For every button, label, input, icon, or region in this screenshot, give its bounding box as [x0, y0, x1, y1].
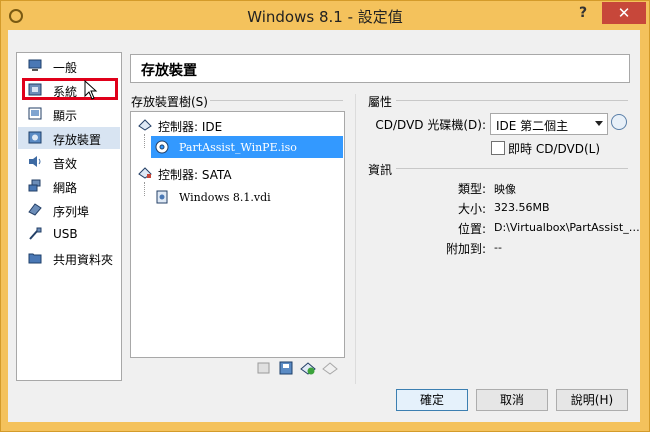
serial-port-icon — [28, 203, 42, 216]
sidebar-item-usb[interactable]: USB — [18, 223, 120, 245]
sidebar-item-label: 共用資料夾 — [53, 253, 114, 267]
sidebar-item-network[interactable]: 網路 — [18, 175, 120, 197]
tree-row-vdi[interactable]: Windows 8.1.vdi — [151, 186, 343, 208]
sidebar-item-label: 音效 — [53, 157, 78, 171]
settings-sidebar: 一般 系統 顯示 存放裝置 音效 網路 序列埠 USB 共用資料夾 — [16, 52, 122, 381]
shared-folder-icon — [28, 253, 42, 264]
cd-dvd-drive-select[interactable]: IDE 第二個主 — [490, 113, 608, 135]
tree-row-label: PartAssist_WinPE.iso — [179, 141, 297, 154]
type-value: 映像 — [494, 183, 516, 196]
storage-tree-label: 存放裝置樹(S) — [131, 95, 208, 109]
tree-row-sata-controller[interactable]: 控制器: SATA — [132, 162, 343, 184]
tree-row-ide-controller[interactable]: 控制器: IDE — [132, 114, 343, 136]
cd-dvd-drive-value: IDE 第二個主 — [496, 119, 569, 133]
tree-connector — [144, 182, 145, 196]
display-icon — [28, 107, 42, 120]
cancel-button[interactable]: 取消 — [476, 389, 548, 411]
disc-icon — [155, 140, 169, 154]
tree-row-label: Windows 8.1.vdi — [179, 191, 271, 204]
sidebar-item-label: USB — [53, 227, 78, 241]
tree-row-label: 控制器: IDE — [158, 120, 223, 134]
cd-dvd-drive-label: CD/DVD 光碟機(D): — [375, 118, 486, 132]
size-value: 323.56MB — [494, 201, 550, 214]
location-label: 位置: — [457, 222, 486, 236]
type-label: 類型: — [457, 182, 486, 196]
tree-row-iso[interactable]: PartAssist_WinPE.iso — [151, 136, 343, 158]
sata-controller-icon — [138, 167, 152, 179]
page-header: 存放裝置 — [130, 54, 630, 83]
add-controller-icon[interactable] — [256, 360, 272, 376]
sidebar-item-label: 網路 — [53, 181, 78, 195]
window-title: Windows 8.1 - 設定值 — [247, 8, 403, 26]
chevron-down-icon — [595, 121, 603, 126]
audio-icon — [29, 156, 41, 167]
sidebar-item-shared-folders[interactable]: 共用資料夾 — [18, 247, 120, 269]
sidebar-item-display[interactable]: 顯示 — [18, 103, 120, 125]
add-attachment-icon[interactable] — [278, 360, 294, 376]
general-icon — [28, 59, 42, 71]
usb-icon — [29, 227, 42, 240]
location-value: D:\Virtualbox\PartAssist_… — [494, 221, 640, 234]
network-icon — [28, 179, 41, 192]
sidebar-item-label: 存放裝置 — [53, 133, 102, 147]
close-button[interactable]: ✕ — [602, 2, 646, 24]
storage-icon — [28, 131, 42, 144]
highlight-box — [22, 78, 118, 100]
remove-attachment-icon[interactable] — [322, 360, 338, 376]
tree-row-label: 控制器: SATA — [158, 168, 232, 182]
live-cd-checkbox[interactable] — [491, 141, 505, 155]
sidebar-item-label: 序列埠 — [53, 205, 90, 219]
attributes-section-label: 屬性 — [368, 95, 393, 109]
mouse-cursor-icon — [84, 80, 98, 100]
hard-disk-icon — [156, 190, 168, 204]
panel-divider — [355, 94, 356, 384]
tree-toolbar — [256, 360, 346, 376]
tree-connector — [144, 134, 145, 148]
divider — [396, 168, 628, 169]
attached-to-label: 附加到: — [445, 242, 486, 256]
divider — [396, 100, 628, 101]
sidebar-item-storage[interactable]: 存放裝置 — [18, 127, 120, 149]
choose-disc-icon[interactable] — [611, 114, 627, 130]
live-cd-label[interactable]: 即時 CD/DVD(L) — [508, 140, 600, 157]
page-title: 存放裝置 — [141, 63, 197, 79]
info-section-label: 資訊 — [368, 163, 393, 177]
sidebar-item-audio[interactable]: 音效 — [18, 151, 120, 173]
size-label: 大小: — [457, 202, 486, 216]
title-bar[interactable]: Windows 8.1 - 設定值 ? ✕ — [1, 1, 649, 31]
sidebar-item-general[interactable]: 一般 — [18, 55, 120, 77]
storage-tree[interactable]: 控制器: IDE PartAssist_WinPE.iso 控制器: SATA … — [130, 111, 345, 358]
help-title-button[interactable]: ? — [573, 5, 593, 25]
sidebar-item-serial-port[interactable]: 序列埠 — [18, 199, 120, 221]
attached-to-value: -- — [494, 241, 502, 254]
divider — [210, 100, 343, 101]
sidebar-item-label: 一般 — [53, 61, 78, 75]
help-button[interactable]: 說明(H) — [556, 389, 628, 411]
add-disk-icon[interactable] — [300, 360, 316, 376]
sidebar-item-label: 顯示 — [53, 109, 78, 123]
ok-button[interactable]: 確定 — [396, 389, 468, 411]
ide-controller-icon — [138, 119, 152, 131]
